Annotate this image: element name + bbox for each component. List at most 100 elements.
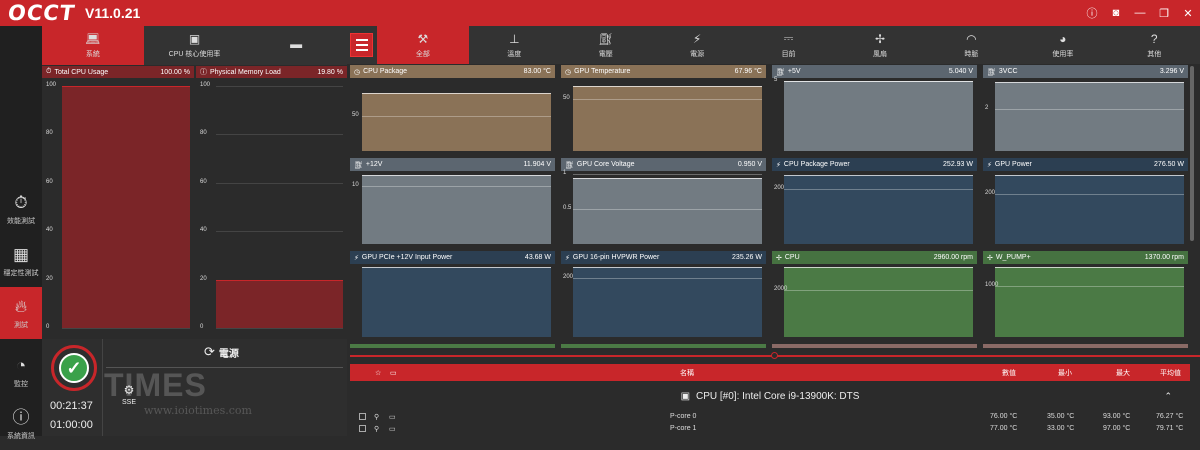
monitor-icon[interactable]: ▭ xyxy=(389,411,396,422)
memory-load-value: 19.80 % xyxy=(317,68,343,76)
graph-value: 252.93 W xyxy=(943,161,973,168)
sensor-graph[interactable]: ⚡︎ GPU PCIe +12V Input Power 43.68 W xyxy=(350,251,555,340)
sensor-graph[interactable]: ◷ CPU Package 83.00 °C 50 xyxy=(350,65,555,154)
sensor-graph[interactable]: ⚡︎ GPU 16-pin HVPWR Power 235.26 W 200 xyxy=(561,251,766,340)
tab-monitor-7[interactable]: ◕ 使用率 xyxy=(1017,26,1108,64)
gridline xyxy=(995,109,1184,110)
memory-load-label: Physical Memory Load xyxy=(210,68,281,76)
collapse-icon[interactable]: ⌃ xyxy=(1164,391,1172,402)
tab-monitor-8[interactable]: ? 其他 xyxy=(1109,26,1200,64)
sensor-graph[interactable]: ⚡︎ GPU Power 276.50 W 200 xyxy=(983,158,1188,247)
tab-monitor-2[interactable]: ⛽︎ 電壓 xyxy=(560,26,651,64)
gridline xyxy=(784,290,973,292)
graph-area xyxy=(362,267,551,337)
y-tick-label: 40 xyxy=(46,227,53,234)
graph-label: W_PUMP+ xyxy=(995,254,1031,261)
y-tick-label: 200 xyxy=(774,185,785,192)
monitor-icon[interactable]: ▭ xyxy=(390,364,397,381)
tab-system[interactable]: 💻︎ 系統 xyxy=(42,26,144,65)
gridline xyxy=(573,98,762,100)
stopwatch-icon: ⏱ xyxy=(14,192,28,212)
star-icon[interactable]: ☆ xyxy=(375,364,381,381)
row-value: 77.00 °C xyxy=(990,425,1018,432)
left-tabs: 💻︎ 系統 ▣ CPU 核心使用率 ▬ xyxy=(42,26,347,65)
tab-monitor-0[interactable]: ⚒ 全部 xyxy=(377,26,469,64)
column-value[interactable]: 數值 xyxy=(1002,364,1016,381)
watermark: TIMES www.ioiotimes.com xyxy=(104,367,252,417)
graph-value: 276.50 W xyxy=(1154,161,1184,168)
laptop-icon: 💻︎ xyxy=(85,32,101,46)
graph-area xyxy=(995,267,1184,337)
sensor-graph[interactable]: ⛽︎ +12V 11.904 V 10 xyxy=(350,158,555,247)
check-icon[interactable]: ✓ xyxy=(59,353,89,383)
column-name[interactable]: 名稱 xyxy=(680,364,694,381)
graph-area xyxy=(784,175,973,244)
cpu-usage-value: 100.00 % xyxy=(160,68,190,76)
sensor-graph[interactable]: ✢ W_PUMP+ 1370.00 rpm 1000 xyxy=(983,251,1188,340)
stopwatch-icon: ⏱ xyxy=(46,68,52,75)
y-tick-label: 0 xyxy=(200,324,204,330)
plug-icon: ⚡︎ xyxy=(354,254,359,262)
minimize-icon[interactable]: — xyxy=(1128,0,1152,26)
column-min[interactable]: 最小 xyxy=(1058,364,1072,381)
scrollbar[interactable] xyxy=(1190,66,1194,241)
tab-monitor-4[interactable]: ⎓ 目前 xyxy=(743,26,834,64)
fan-icon: ✢ xyxy=(987,254,993,262)
column-avg[interactable]: 平均值 xyxy=(1160,364,1181,381)
tab-monitor-5[interactable]: ✢ 風扇 xyxy=(834,26,925,64)
sidebar-item-test[interactable]: 🔥︎ 測試 xyxy=(0,287,42,339)
graph-value: 67.96 °C xyxy=(734,68,762,75)
y-tick-label: 1000 xyxy=(985,281,999,288)
plug-icon: ⚡︎ xyxy=(987,161,992,169)
graph-label: +12V xyxy=(365,161,383,168)
sensor-graph[interactable]: ⛽︎ 3VCC 3.296 V 2 xyxy=(983,65,1188,154)
y-tick-label: 200 xyxy=(985,189,996,196)
graph-header: ⛽︎ 3VCC 3.296 V xyxy=(983,65,1188,78)
stability-icon: ▦ xyxy=(12,244,30,264)
y-tick-label: 100 xyxy=(46,82,57,88)
sensor-graph[interactable]: ⛽︎ +5V 5.040 V 5 xyxy=(772,65,977,154)
table-row[interactable]: ⚲ ▭ P-core 1 77.00 °C 33.00 °C 97.00 °C … xyxy=(350,423,1190,434)
tab-cpu-core-usage[interactable]: ▣ CPU 核心使用率 xyxy=(144,26,246,65)
checkbox[interactable] xyxy=(359,413,366,420)
sidebar-item-stability[interactable]: ▦ 穩定性測試 xyxy=(0,235,42,287)
sidebar-item-sysinfo[interactable]: ⓘ 系統資訊 xyxy=(0,398,42,450)
sidebar-item-monitor[interactable]: ◔ 監控 xyxy=(0,346,42,398)
gridline xyxy=(784,189,973,191)
close-icon[interactable]: ✕ xyxy=(1176,0,1200,26)
tab-gpu[interactable]: ▬ xyxy=(245,26,347,65)
fan-icon: ✢ xyxy=(776,254,782,262)
splitter-handle-icon[interactable] xyxy=(771,352,778,359)
speedometer-icon: ◠ xyxy=(966,31,977,46)
graph-header: ◷ CPU Package 83.00 °C xyxy=(350,65,555,78)
sidebar-item-benchmark[interactable]: ⏱ 效能測試 xyxy=(0,183,42,235)
tab-monitor-3[interactable]: ⚡︎ 電源 xyxy=(651,26,742,64)
gridline xyxy=(784,81,973,82)
info-icon[interactable]: ⓘ xyxy=(1080,0,1104,26)
checkbox[interactable] xyxy=(359,425,366,432)
monitor-icon[interactable]: ▭ xyxy=(389,423,396,434)
table-group-header[interactable]: ▣ CPU [#0]: Intel Core i9-13900K: DTS ⌃ xyxy=(350,385,1190,407)
menu-icon[interactable] xyxy=(350,33,374,57)
restore-icon[interactable]: ❐ xyxy=(1152,0,1176,26)
cpu-usage-label: Total CPU Usage xyxy=(54,68,109,76)
y-tick-label: 1 xyxy=(563,170,567,176)
row-min: 33.00 °C xyxy=(1047,425,1075,432)
graph-header: ⛽︎ GPU Core Voltage 0.950 V xyxy=(561,158,766,171)
sensor-graph[interactable]: ✢ CPU 2960.00 rpm 2000 xyxy=(772,251,977,340)
camera-icon[interactable]: ◙ xyxy=(1104,0,1128,26)
sensor-graph[interactable]: ⚡︎ CPU Package Power 252.93 W 200 xyxy=(772,158,977,247)
sensor-graph[interactable]: ⛽︎ GPU Core Voltage 0.950 V 1 0.5 xyxy=(561,158,766,247)
sensor-graph[interactable]: ◷ GPU Temperature 67.96 °C 50 xyxy=(561,65,766,154)
cpu-usage-header: ⏱ Total CPU Usage 100.00 % xyxy=(42,66,194,78)
gridline xyxy=(995,193,1184,195)
tab-monitor-6[interactable]: ◠ 時脈 xyxy=(926,26,1017,64)
table-row[interactable]: ⚲ ▭ P-core 0 76.00 °C 35.00 °C 93.00 °C … xyxy=(350,411,1190,422)
row-max: 93.00 °C xyxy=(1103,413,1131,420)
graph-header: ⚡︎ GPU Power 276.50 W xyxy=(983,158,1188,171)
tab-monitor-1[interactable]: ⊥ 溫度 xyxy=(469,26,560,64)
y-tick-label: 0.5 xyxy=(563,205,572,211)
column-max[interactable]: 最大 xyxy=(1116,364,1130,381)
gridline xyxy=(216,231,343,233)
gridline xyxy=(216,86,343,87)
